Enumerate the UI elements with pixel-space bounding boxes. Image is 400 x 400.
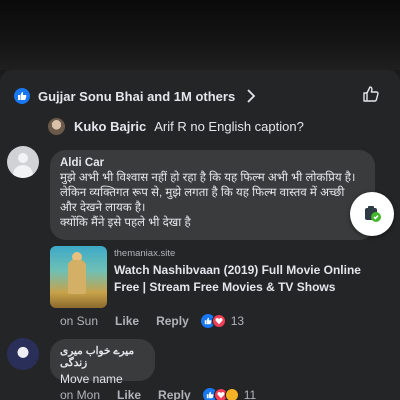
reactions-summary-text: Gujjar Sonu Bhai and 1M others [38,88,236,104]
reply-author-name[interactable]: Kuko Bajric [74,119,146,134]
avatar[interactable] [7,146,39,178]
sticker-icon [365,206,381,222]
reply-text: Arif R no English caption? [154,119,304,134]
like-outline-icon[interactable] [362,85,380,103]
comments-sheet: Gujjar Sonu Bhai and 1M others Kuko Bajr… [0,70,400,400]
sticker-button[interactable] [350,192,394,236]
comment-line: क्योंकि मैंने इसे पहले भी देखा है [60,216,191,229]
link-site: themaniax.site [114,248,176,259]
comment-bubble[interactable]: میرے خواب میری زندگی Move name [50,339,155,386]
link-title-line: Free | Stream Free Movies & TV Shows [114,280,336,294]
comment-author-name[interactable]: Aldi Car [60,157,365,169]
reaction-icons[interactable] [200,314,226,328]
video-background [0,0,400,70]
reply-button[interactable]: Reply [158,388,191,400]
comment-text: मुझे अभी भी विश्वास नहीं हो रहा है कि यह… [60,170,365,230]
care-reaction-icon [224,388,239,400]
like-button[interactable]: Like [115,314,139,328]
reaction-count: 13 [230,314,245,328]
reply-avatar [48,118,65,135]
like-reaction-icon [14,88,30,104]
love-reaction-icon [211,314,226,328]
reaction-count: 11 [243,388,257,400]
reply-preview[interactable]: Kuko Bajric Arif R no English caption? [48,118,304,135]
reactions-summary[interactable]: Gujjar Sonu Bhai and 1M others [0,84,400,108]
chevron-right-icon [247,89,256,103]
comment-author-name[interactable]: میرے خواب میری زندگی [60,345,145,369]
comment-actions: on Mon Like Reply 11 [60,388,256,400]
avatar[interactable] [7,338,39,370]
comment-line: लेकिन व्यक्तिगत रूप से, मुझे लगता है कि … [60,186,345,199]
comment-text: Move name [60,372,123,386]
link-title-line: Watch Nashibvaan (2019) Full Movie Onlin… [114,263,361,277]
comment-time: on Sun [60,314,99,328]
link-preview-card[interactable]: themaniax.site Watch Nashibvaan (2019) F… [50,246,375,316]
comment-bubble[interactable]: Aldi Car मुझे अभी भी विश्वास नहीं हो रहा… [50,150,375,240]
comment-line: मुझे अभी भी विश्वास नहीं हो रहा है कि यह… [60,171,356,184]
comment-actions: on Sun Like Reply 13 [60,314,244,328]
link-thumbnail [50,246,107,308]
comment-line: और देखने लायक है। [60,201,146,214]
reaction-icons[interactable] [202,388,239,400]
like-button[interactable]: Like [117,388,141,400]
reply-button[interactable]: Reply [156,314,189,328]
comment-time: on Mon [60,388,101,400]
link-title[interactable]: Watch Nashibvaan (2019) Full Movie Onlin… [114,262,361,296]
